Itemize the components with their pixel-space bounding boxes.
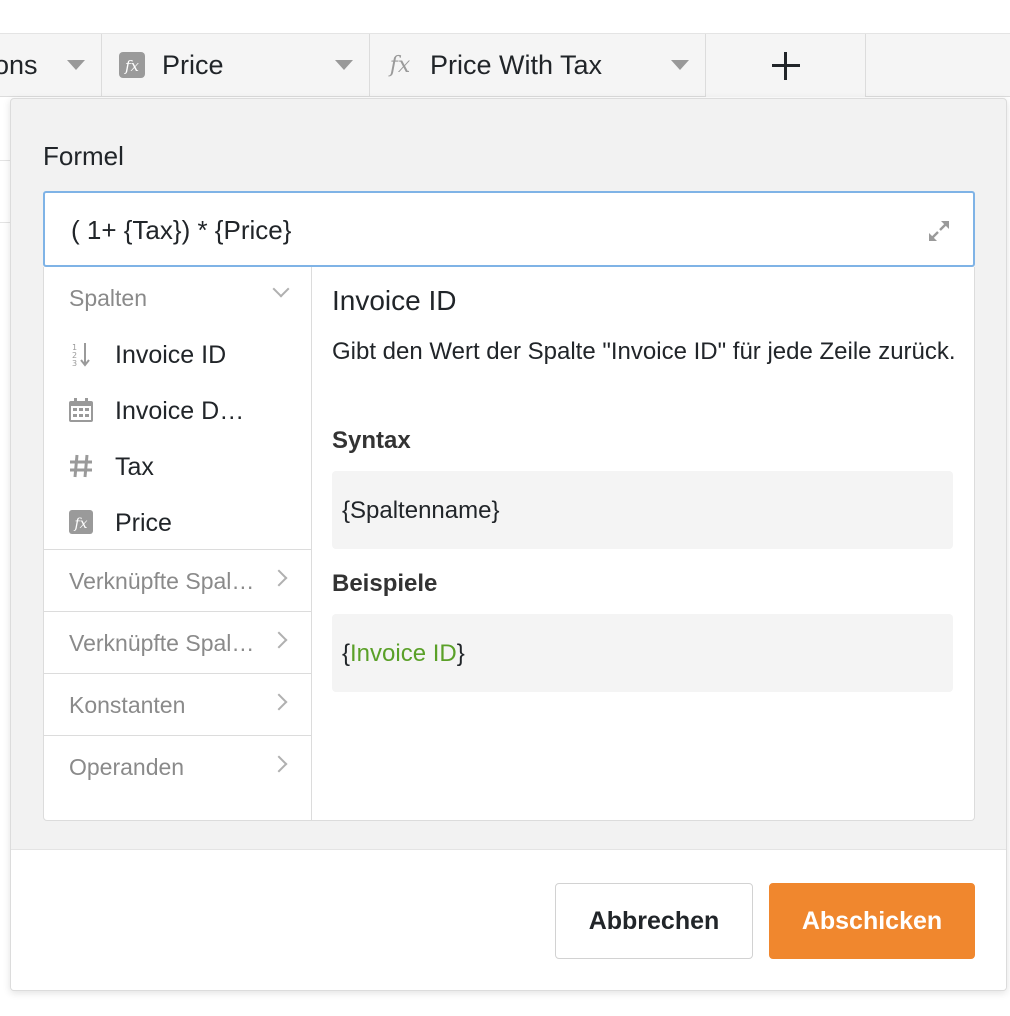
column-item-label: Price [115,509,172,537]
column-item-label: Invoice D… [115,397,245,425]
formula-input[interactable]: ( 1+ {Tax}) * {Price} [43,191,975,267]
section-label: Operanden [69,754,185,780]
example-code: {Invoice ID} [342,640,465,668]
svg-text:3: 3 [72,359,77,367]
example-code-box: {Invoice ID} [332,614,953,692]
add-column-button[interactable] [706,34,866,97]
section-linked-columns-2[interactable]: Verknüpfte Spal… [44,611,311,673]
section-constants[interactable]: Konstanten [44,673,311,735]
grid-row-divider [0,160,10,161]
formula-label: Formel [43,141,124,171]
section-label: Verknüpfte Spal… [69,568,255,594]
column-item-invoice-date[interactable]: Invoice D… [44,383,311,439]
column-header-price-with-tax[interactable]: fx Price With Tax [370,34,706,97]
column-item-invoice-id[interactable]: 1 2 3 Invoice ID [44,327,311,383]
section-label: Konstanten [69,692,186,718]
section-label: Verknüpfte Spal… [69,630,255,656]
grid-toolbar-area [0,0,1010,34]
column-header-label: ons [0,50,38,80]
chevron-right-icon [270,693,288,711]
section-columns[interactable]: Spalten [44,267,311,329]
section-operands[interactable]: Operanden [44,735,311,797]
syntax-heading: Syntax [332,427,411,454]
column-header-price[interactable]: fx Price [102,34,370,97]
example-brace-close: } [456,640,465,667]
example-heading: Beispiele [332,570,438,597]
expand-icon[interactable] [927,219,951,243]
auto-number-icon: 1 2 3 [68,341,94,368]
chevron-right-icon [270,755,288,773]
formula-icon: fx [68,509,94,535]
helper-sidebar: Spalten 1 2 3 Invoice ID Invoice D… Tax … [44,267,312,820]
caret-down-icon[interactable] [67,60,85,70]
chevron-right-icon [270,569,288,587]
column-item-tax[interactable]: Tax [44,439,311,495]
formula-icon: fx [386,51,414,79]
chevron-down-icon [272,280,290,298]
formula-icon: fx [118,51,146,79]
column-header-label: Price [162,50,224,80]
example-brace-open: { [342,640,351,667]
calendar-icon [68,397,94,423]
formula-input-value: ( 1+ {Tax}) * {Price} [71,215,292,245]
syntax-code: {Spaltenname} [342,497,500,524]
column-header-label: Price With Tax [430,50,603,80]
helper-documentation: Invoice ID Gibt den Wert der Spalte "Inv… [312,267,975,820]
example-column-name: Invoice ID [350,640,457,667]
section-linked-columns-1[interactable]: Verknüpfte Spal… [44,549,311,611]
doc-description: Gibt den Wert der Spalte "Invoice ID" fü… [332,338,956,365]
syntax-code-box: {Spaltenname} [332,471,953,549]
grid-row-divider [0,222,10,223]
svg-text:fx: fx [73,516,87,532]
formula-dialog: Formel ( 1+ {Tax}) * {Price} Spalten 1 2… [10,98,1007,991]
column-item-label: Tax [115,453,154,481]
column-item-label: Invoice ID [115,341,227,369]
submit-button[interactable]: Abschicken [769,883,975,959]
plus-icon [771,51,800,80]
grid-header: ons fx Price fx Price With Tax [0,34,1010,97]
chevron-right-icon [270,631,288,649]
caret-down-icon[interactable] [671,60,689,70]
svg-text:fx: fx [388,53,411,78]
cancel-button[interactable]: Abbrechen [555,883,753,959]
column-item-price[interactable]: fx Price [44,495,311,551]
dialog-footer: Abbrechen Abschicken [11,849,1006,990]
formula-helper-panel: Spalten 1 2 3 Invoice ID Invoice D… Tax … [43,267,975,821]
svg-text:fx: fx [124,57,140,75]
doc-title: Invoice ID [332,285,457,316]
hash-icon [68,453,94,479]
column-header-options[interactable]: ons [0,34,102,97]
section-label: Spalten [69,285,148,311]
caret-down-icon[interactable] [335,60,353,70]
